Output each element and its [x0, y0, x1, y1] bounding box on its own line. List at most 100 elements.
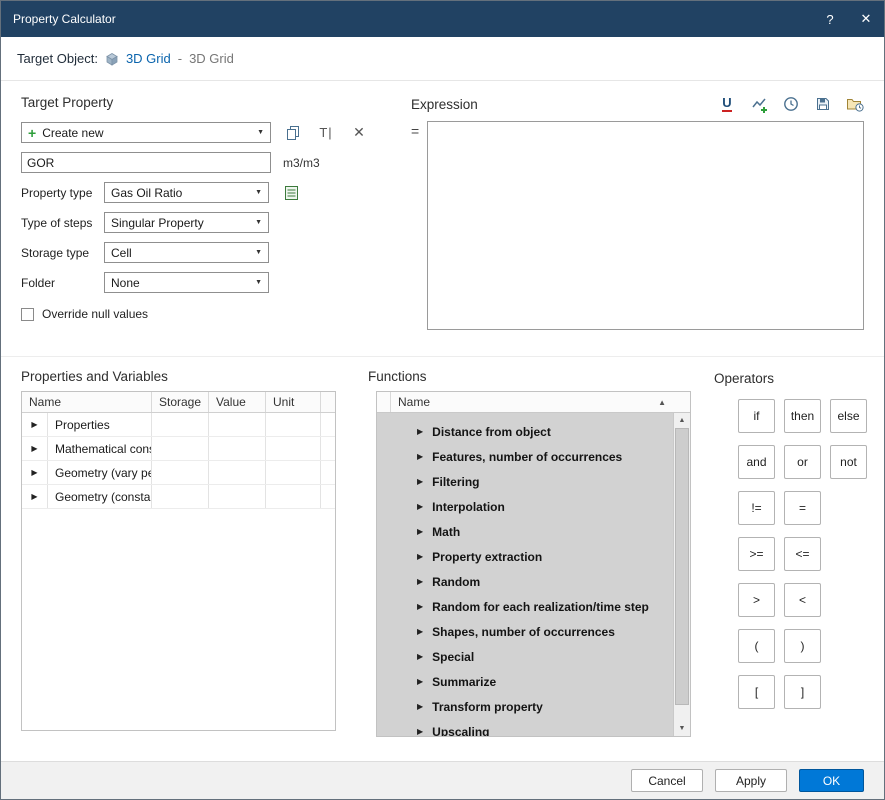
dialog-content: Target Property + Create new ▼	[1, 81, 884, 761]
expand-arrow-icon: ▶	[417, 727, 423, 736]
table-row-geometry-vary[interactable]: ▶ Geometry (vary per layer)	[22, 461, 335, 485]
expand-arrow-icon[interactable]: ▶	[22, 461, 48, 484]
create-new-dropdown[interactable]: + Create new ▼	[21, 122, 271, 143]
function-category-summarize[interactable]: ▶ Summarize	[377, 669, 673, 694]
operator-open-paren[interactable]: (	[738, 629, 775, 663]
target-object-separator: -	[178, 51, 182, 66]
operator-open-bracket[interactable]: [	[738, 675, 775, 709]
override-null-label: Override null values	[42, 307, 148, 321]
open-folder-icon	[846, 96, 864, 112]
operator-if[interactable]: if	[738, 399, 775, 433]
operator-not-equal[interactable]: !=	[738, 491, 775, 525]
operator-else[interactable]: else	[830, 399, 867, 433]
operator-and[interactable]: and	[738, 445, 775, 479]
function-category-transform[interactable]: ▶ Transform property	[377, 694, 673, 719]
open-expression-button[interactable]	[846, 95, 864, 113]
header-name[interactable]: Name	[22, 392, 152, 412]
scroll-up-icon[interactable]: ▲	[674, 413, 690, 428]
expand-arrow-icon: ▶	[417, 477, 423, 486]
header-spacer	[321, 392, 335, 412]
expand-arrow-icon[interactable]: ▶	[22, 413, 48, 436]
function-category-upscaling[interactable]: ▶ Upscaling	[377, 719, 673, 736]
function-category-property-extraction[interactable]: ▶ Property extraction	[377, 544, 673, 569]
function-category-filtering[interactable]: ▶ Filtering	[377, 469, 673, 494]
header-name[interactable]: Name	[391, 395, 658, 409]
storage-type-label: Storage type	[21, 246, 104, 260]
target-object-link[interactable]: 3D Grid	[126, 51, 171, 66]
row-name: Geometry (vary per layer)	[48, 461, 152, 484]
ok-button[interactable]: OK	[799, 769, 864, 792]
folder-dropdown[interactable]: None ▼	[104, 272, 269, 293]
cancel-button[interactable]: Cancel	[631, 769, 703, 792]
row-name: Properties	[48, 413, 152, 436]
table-row-mathematical-constants[interactable]: ▶ Mathematical constants	[22, 437, 335, 461]
function-category-interpolation[interactable]: ▶ Interpolation	[377, 494, 673, 519]
function-category-distance[interactable]: ▶ Distance from object	[377, 419, 673, 444]
function-category-math[interactable]: ▶ Math	[377, 519, 673, 544]
copy-button[interactable]	[282, 122, 304, 143]
expression-input[interactable]	[427, 121, 864, 330]
property-type-dropdown[interactable]: Gas Oil Ratio ▼	[104, 182, 269, 203]
property-type-label: Property type	[21, 186, 104, 200]
expand-arrow-icon[interactable]: ▶	[22, 485, 48, 508]
operator-close-paren[interactable]: )	[784, 629, 821, 663]
properties-table-header: Name Storage Value Unit	[22, 392, 335, 413]
folder-label: Folder	[21, 276, 104, 290]
expand-arrow-icon[interactable]: ▶	[22, 437, 48, 460]
operator-or[interactable]: or	[784, 445, 821, 479]
operator-greater-equal[interactable]: >=	[738, 537, 775, 571]
operator-less-equal[interactable]: <=	[784, 537, 821, 571]
close-button[interactable]: ✕	[848, 1, 884, 37]
properties-variables-title: Properties and Variables	[21, 369, 338, 384]
operator-then[interactable]: then	[784, 399, 821, 433]
help-button[interactable]: ?	[812, 1, 848, 37]
header-unit[interactable]: Unit	[266, 392, 321, 412]
scrollbar-track[interactable]	[674, 428, 690, 721]
operator-equal[interactable]: =	[784, 491, 821, 525]
expand-arrow-icon: ▶	[417, 502, 423, 511]
add-function-button[interactable]	[750, 95, 768, 113]
unit-icon: U	[722, 96, 731, 112]
scrollbar[interactable]: ▲ ▼	[673, 413, 690, 736]
function-category-shapes[interactable]: ▶ Shapes, number of occurrences	[377, 619, 673, 644]
type-of-steps-dropdown[interactable]: Singular Property ▼	[104, 212, 269, 233]
target-object-label: Target Object:	[17, 51, 98, 66]
delete-button[interactable]: ✕	[348, 122, 370, 143]
operator-less[interactable]: <	[784, 583, 821, 617]
functions-table-header[interactable]: Name ▲	[377, 392, 690, 413]
apply-button[interactable]: Apply	[715, 769, 787, 792]
expand-arrow-icon: ▶	[417, 602, 423, 611]
table-row-geometry-constants[interactable]: ▶ Geometry (constants)	[22, 485, 335, 509]
delete-icon: ✕	[353, 124, 365, 141]
operator-not[interactable]: not	[830, 445, 867, 479]
functions-table: Name ▲ ▶ Distance from object ▶ Features…	[376, 391, 691, 737]
unit-syntax-button[interactable]: U	[718, 95, 736, 113]
functions-panel: Functions Name ▲ ▶ Distance from object	[358, 357, 706, 761]
title-bar: Property Calculator ? ✕	[1, 1, 884, 37]
target-property-panel: Target Property + Create new ▼	[1, 81, 401, 356]
history-button[interactable]	[782, 95, 800, 113]
expand-arrow-icon: ▶	[417, 577, 423, 586]
property-name-input[interactable]	[21, 152, 271, 173]
header-storage[interactable]: Storage	[152, 392, 209, 412]
function-category-features[interactable]: ▶ Features, number of occurrences	[377, 444, 673, 469]
history-icon	[783, 96, 799, 112]
function-category-special[interactable]: ▶ Special	[377, 644, 673, 669]
header-value[interactable]: Value	[209, 392, 266, 412]
storage-type-dropdown[interactable]: Cell ▼	[104, 242, 269, 263]
function-category-random[interactable]: ▶ Random	[377, 569, 673, 594]
expand-arrow-icon: ▶	[417, 527, 423, 536]
save-expression-button[interactable]	[814, 95, 832, 113]
functions-title: Functions	[368, 369, 696, 384]
override-null-checkbox[interactable]	[21, 308, 34, 321]
operator-greater[interactable]: >	[738, 583, 775, 617]
scroll-down-icon[interactable]: ▼	[674, 721, 690, 736]
operator-close-bracket[interactable]: ]	[784, 675, 821, 709]
template-browser-button[interactable]	[280, 182, 302, 203]
function-category-random-realization[interactable]: ▶ Random for each realization/time step	[377, 594, 673, 619]
expand-arrow-icon: ▶	[417, 702, 423, 711]
table-row-properties[interactable]: ▶ Properties	[22, 413, 335, 437]
rename-button[interactable]: T|	[315, 122, 337, 143]
operators-title: Operators	[714, 371, 884, 386]
scrollbar-thumb[interactable]	[675, 428, 689, 705]
